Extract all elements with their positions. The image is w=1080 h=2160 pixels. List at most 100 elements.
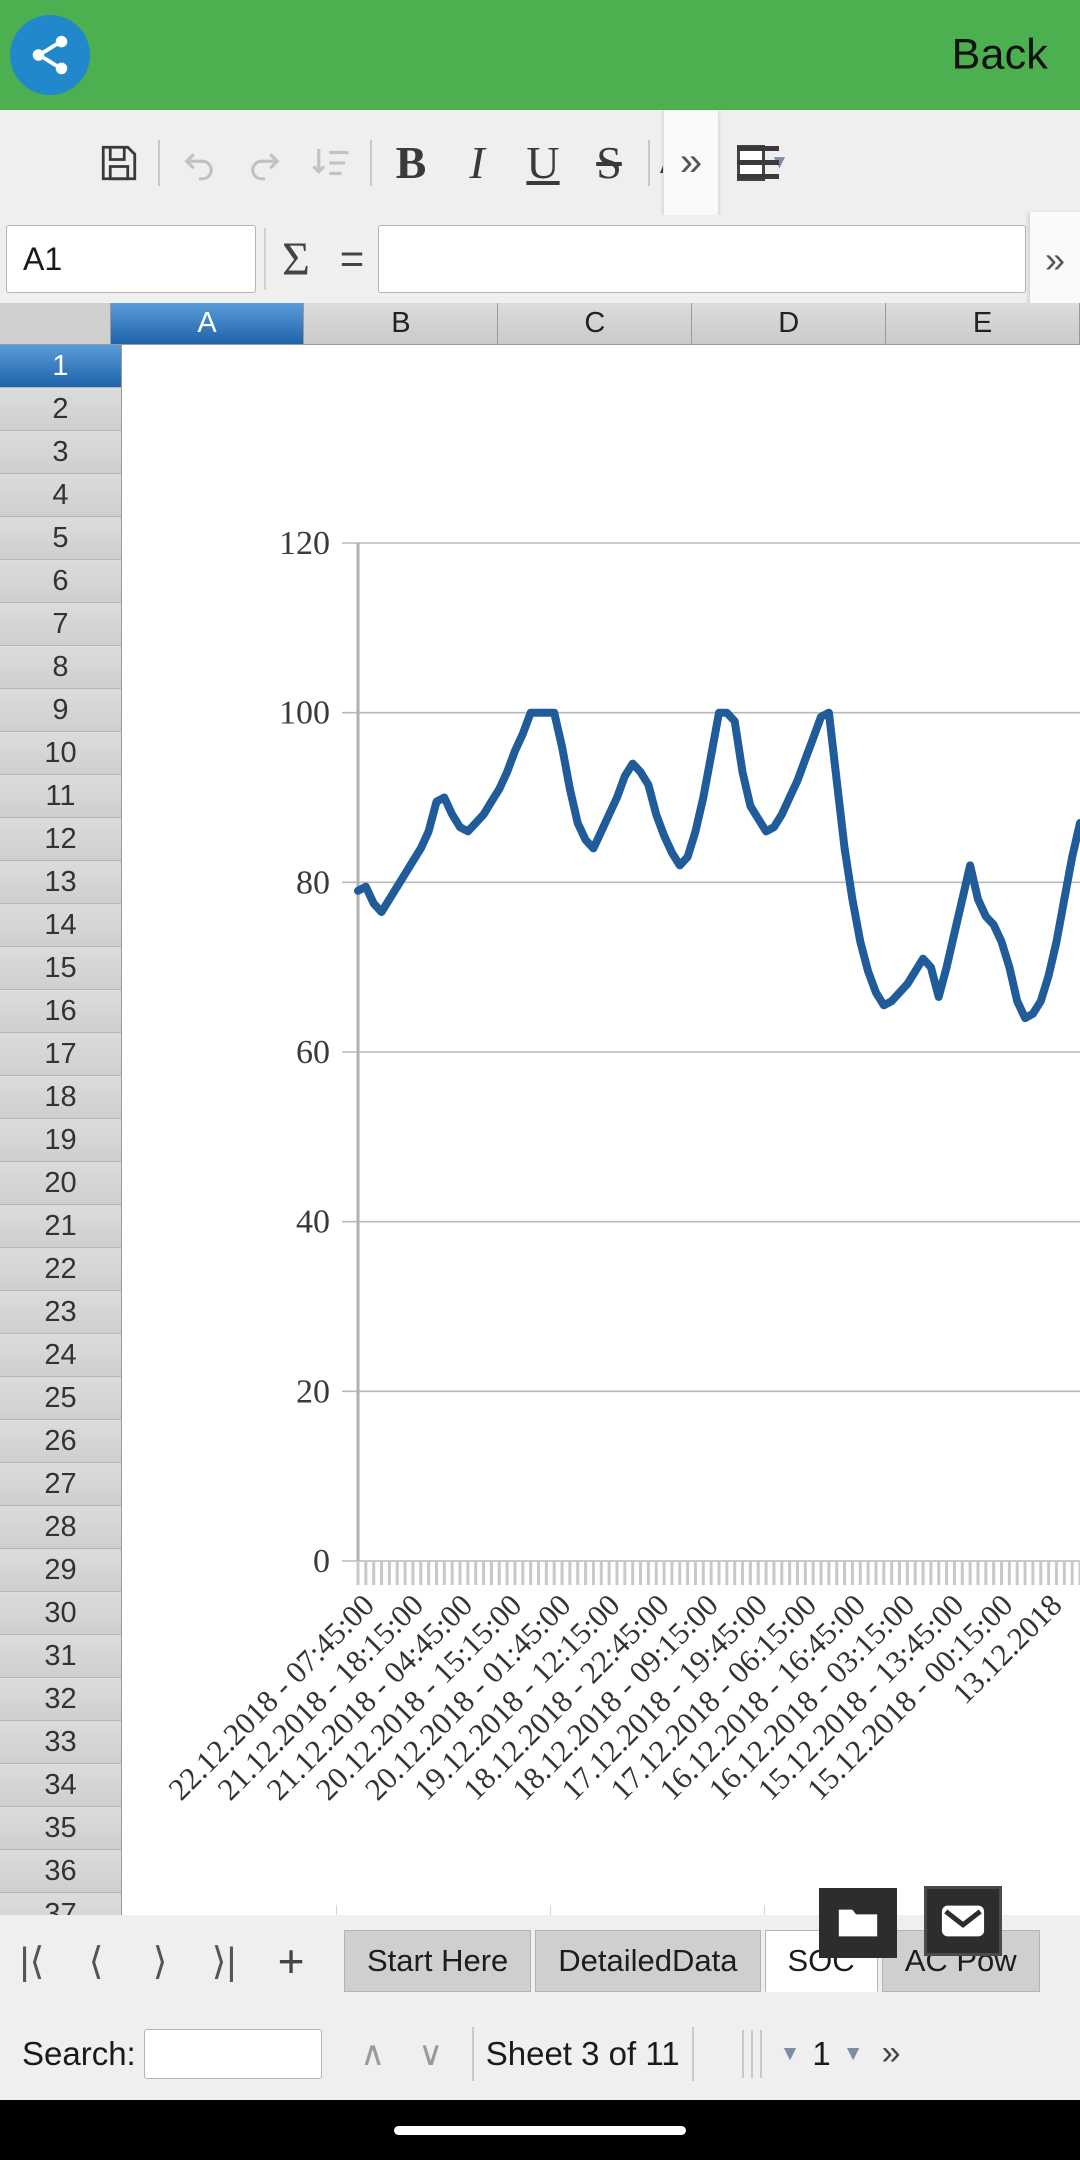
row-header-1[interactable]: 1 bbox=[0, 345, 121, 388]
column-header-c[interactable]: C bbox=[498, 303, 693, 345]
prev-sheet-button[interactable]: ⟨ bbox=[64, 1915, 128, 2007]
row-header-6[interactable]: 6 bbox=[0, 560, 121, 603]
zoom-value: 1 bbox=[812, 2034, 831, 2072]
grid-row-line bbox=[122, 947, 1080, 948]
undo-icon[interactable] bbox=[166, 110, 232, 215]
row-header-12[interactable]: 12 bbox=[0, 818, 121, 861]
formula-bar: A1 Σ = bbox=[0, 215, 1080, 303]
row-header-29[interactable]: 29 bbox=[0, 1549, 121, 1592]
cells-area[interactable] bbox=[122, 345, 1080, 1915]
view-dropdown-button[interactable]: ▼ bbox=[780, 2042, 801, 2066]
row-header-37[interactable]: 37 bbox=[0, 1893, 121, 1915]
back-button[interactable]: Back bbox=[952, 31, 1048, 80]
row-header-30[interactable]: 30 bbox=[0, 1592, 121, 1635]
autosum-button[interactable]: Σ bbox=[266, 232, 326, 287]
grid-row-line bbox=[122, 1506, 1080, 1507]
grid-row-line bbox=[122, 904, 1080, 905]
row-header-11[interactable]: 11 bbox=[0, 775, 121, 818]
grid-row-line bbox=[122, 1248, 1080, 1249]
sheet-tab-bar: |⟨ ⟨ ⟩ ⟩| + Start Here DetailedData SOC … bbox=[0, 1915, 1080, 2007]
row-header-column: 1 2 3 4 5 6 7 8 9 10 11 12 13 14 15 16 17 18 19 20 21 22 23 24 2… bbox=[0, 345, 122, 1915]
row-header-2[interactable]: 2 bbox=[0, 388, 121, 431]
row-header-32[interactable]: 32 bbox=[0, 1678, 121, 1721]
row-header-28[interactable]: 28 bbox=[0, 1506, 121, 1549]
underline-button[interactable]: U bbox=[510, 110, 576, 215]
row-header-22[interactable]: 22 bbox=[0, 1248, 121, 1291]
select-all-corner[interactable] bbox=[0, 303, 111, 345]
next-sheet-button[interactable]: ⟩ bbox=[128, 1915, 192, 2007]
name-box[interactable]: A1 bbox=[6, 225, 256, 293]
row-header-35[interactable]: 35 bbox=[0, 1807, 121, 1850]
row-header-21[interactable]: 21 bbox=[0, 1205, 121, 1248]
selected-cell-a1[interactable] bbox=[122, 345, 336, 388]
search-input[interactable] bbox=[143, 2028, 322, 2079]
row-header-36[interactable]: 36 bbox=[0, 1850, 121, 1893]
row-header-23[interactable]: 23 bbox=[0, 1291, 121, 1334]
row-header-3[interactable]: 3 bbox=[0, 431, 121, 474]
row-header-10[interactable]: 10 bbox=[0, 732, 121, 775]
formula-expand-button[interactable]: » bbox=[1030, 212, 1080, 307]
row-header-4[interactable]: 4 bbox=[0, 474, 121, 517]
row-header-25[interactable]: 25 bbox=[0, 1377, 121, 1420]
row-header-16[interactable]: 16 bbox=[0, 990, 121, 1033]
row-header-15[interactable]: 15 bbox=[0, 947, 121, 990]
sort-indent-icon[interactable] bbox=[298, 110, 364, 215]
row-header-5[interactable]: 5 bbox=[0, 517, 121, 560]
add-sheet-button[interactable]: + bbox=[256, 1915, 326, 2007]
italic-button[interactable]: I bbox=[444, 110, 510, 215]
status-bar: Search: ∧ ∨ Sheet 3 of 11 ▼ 1 ▼ » bbox=[0, 2007, 1080, 2100]
row-header-26[interactable]: 26 bbox=[0, 1420, 121, 1463]
search-prev-button[interactable]: ∧ bbox=[344, 2034, 402, 2074]
row-header-19[interactable]: 19 bbox=[0, 1119, 121, 1162]
column-header-d[interactable]: D bbox=[692, 303, 887, 345]
last-sheet-button[interactable]: ⟩| bbox=[192, 1915, 256, 2007]
equals-button[interactable]: = bbox=[326, 235, 378, 283]
folder-icon-button[interactable] bbox=[819, 1888, 897, 1958]
formula-input[interactable] bbox=[378, 225, 1026, 293]
row-header-31[interactable]: 31 bbox=[0, 1635, 121, 1678]
grid-row-line bbox=[122, 1678, 1080, 1679]
sheet-tab-detaileddata[interactable]: DetailedData bbox=[535, 1930, 761, 1992]
status-expand-button[interactable]: » bbox=[882, 2034, 901, 2073]
row-header-14[interactable]: 14 bbox=[0, 904, 121, 947]
row-header-24[interactable]: 24 bbox=[0, 1334, 121, 1377]
bold-button[interactable]: B bbox=[378, 110, 444, 215]
sheet-tab-start-here[interactable]: Start Here bbox=[344, 1930, 532, 1992]
double-chevron-right-icon: » bbox=[1044, 238, 1066, 280]
folder-icon bbox=[838, 1909, 878, 1937]
grid-row-line bbox=[122, 818, 1080, 819]
row-header-8[interactable]: 8 bbox=[0, 646, 121, 689]
column-header-b[interactable]: B bbox=[304, 303, 499, 345]
first-sheet-button[interactable]: |⟨ bbox=[0, 1915, 64, 2007]
row-header-13[interactable]: 13 bbox=[0, 861, 121, 904]
row-header-34[interactable]: 34 bbox=[0, 1764, 121, 1807]
grid-row-line bbox=[122, 1076, 1080, 1077]
search-next-button[interactable]: ∨ bbox=[402, 2034, 460, 2074]
grid-row-line bbox=[122, 1721, 1080, 1722]
column-header-e[interactable]: E bbox=[886, 303, 1080, 345]
main-menu-button[interactable] bbox=[725, 110, 791, 215]
toolbar-overflow-button[interactable]: » bbox=[663, 110, 719, 215]
row-header-27[interactable]: 27 bbox=[0, 1463, 121, 1506]
grid-row-line bbox=[122, 861, 1080, 862]
zoom-dropdown-button[interactable]: ▼ bbox=[843, 2042, 864, 2066]
save-icon[interactable] bbox=[86, 110, 152, 215]
column-header-a[interactable]: A bbox=[110, 303, 305, 345]
redo-icon[interactable] bbox=[232, 110, 298, 215]
hamburger-bar bbox=[737, 160, 779, 165]
row-header-18[interactable]: 18 bbox=[0, 1076, 121, 1119]
share-button[interactable] bbox=[10, 15, 90, 95]
spreadsheet-grid[interactable]: A B C D E 1 2 3 4 5 6 7 8 9 10 11 12 13 14 15 16 17 18 19 2… bbox=[0, 303, 1080, 1915]
strikethrough-button[interactable]: S bbox=[576, 110, 642, 215]
row-header-17[interactable]: 17 bbox=[0, 1033, 121, 1076]
grid-row-line bbox=[122, 517, 1080, 518]
grid-row-line bbox=[122, 1764, 1080, 1765]
row-header-9[interactable]: 9 bbox=[0, 689, 121, 732]
row-header-33[interactable]: 33 bbox=[0, 1721, 121, 1764]
column-header-row: A B C D E bbox=[0, 303, 1080, 345]
row-header-20[interactable]: 20 bbox=[0, 1162, 121, 1205]
row-header-7[interactable]: 7 bbox=[0, 603, 121, 646]
home-indicator[interactable] bbox=[394, 2125, 686, 2135]
mail-icon-button[interactable] bbox=[924, 1886, 1002, 1956]
view-mode-icon[interactable] bbox=[741, 2029, 762, 2078]
